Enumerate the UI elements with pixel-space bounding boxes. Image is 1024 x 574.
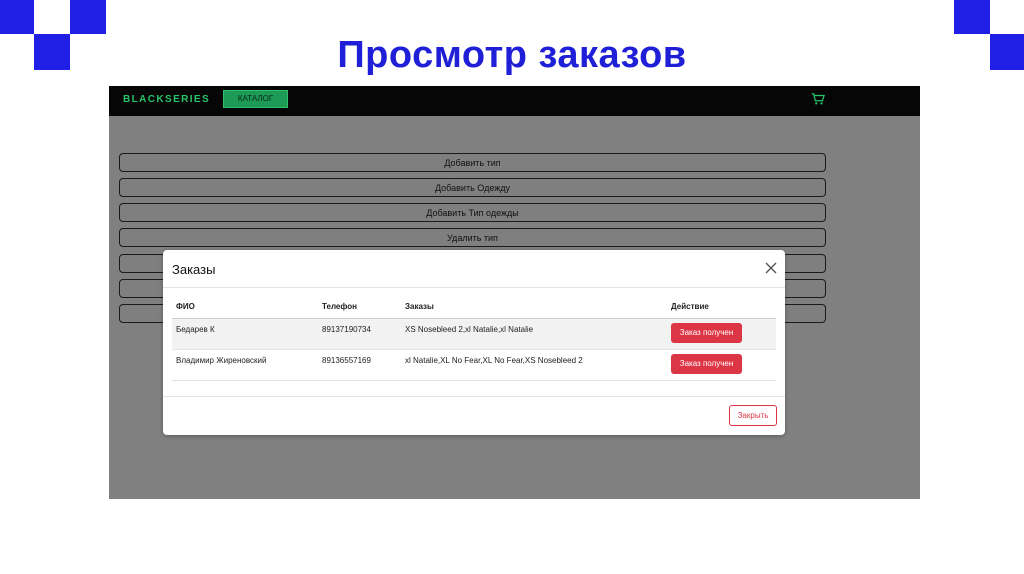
- decor-square: [70, 0, 106, 34]
- catalog-button[interactable]: КАТАЛОГ: [223, 90, 288, 108]
- cell-name: Владимир Жиреновский: [176, 356, 267, 365]
- modal-footer: Закрыть: [163, 396, 785, 436]
- order-received-button[interactable]: Заказ получен: [671, 323, 742, 343]
- column-header-orders: Заказы: [405, 302, 434, 311]
- modal-header: Заказы: [163, 250, 785, 288]
- close-icon[interactable]: [765, 262, 777, 274]
- table-row: Владимир Жиреновский 89136557169 xl Nata…: [172, 350, 776, 381]
- decor-square: [954, 0, 990, 34]
- add-clothing-button[interactable]: Добавить Одежду: [119, 178, 826, 197]
- cell-orders: xl Natalie,XL No Fear,XL No Fear,XS Nose…: [405, 356, 583, 365]
- order-received-button[interactable]: Заказ получен: [671, 354, 742, 374]
- column-header-name: ФИО: [176, 302, 195, 311]
- add-clothing-type-button[interactable]: Добавить Тип одежды: [119, 203, 826, 222]
- brand-logo[interactable]: BLACKSERIES: [123, 94, 210, 105]
- cell-phone: 89137190734: [322, 325, 371, 334]
- column-header-phone: Телефон: [322, 302, 357, 311]
- cell-name: Бедарев К: [176, 325, 215, 334]
- decor-square: [0, 0, 34, 34]
- slide-title: Просмотр заказов: [337, 34, 687, 76]
- cell-orders: XS Nosebleed 2,xl Natalie,xl Natalie: [405, 325, 534, 334]
- table-row: Бедарев К 89137190734 XS Nosebleed 2,xl …: [172, 319, 776, 350]
- column-header-action: Действие: [671, 302, 709, 311]
- cart-icon[interactable]: [811, 92, 825, 106]
- add-type-button[interactable]: Добавить тип: [119, 153, 826, 172]
- modal-title: Заказы: [172, 262, 216, 277]
- close-button[interactable]: Закрыть: [729, 405, 777, 426]
- navbar: BLACKSERIES КАТАЛОГ: [109, 86, 920, 116]
- orders-modal: Заказы ФИО Телефон Заказы Действие Бедар…: [163, 250, 785, 435]
- cell-phone: 89136557169: [322, 356, 371, 365]
- delete-type-button[interactable]: Удалить тип: [119, 228, 826, 247]
